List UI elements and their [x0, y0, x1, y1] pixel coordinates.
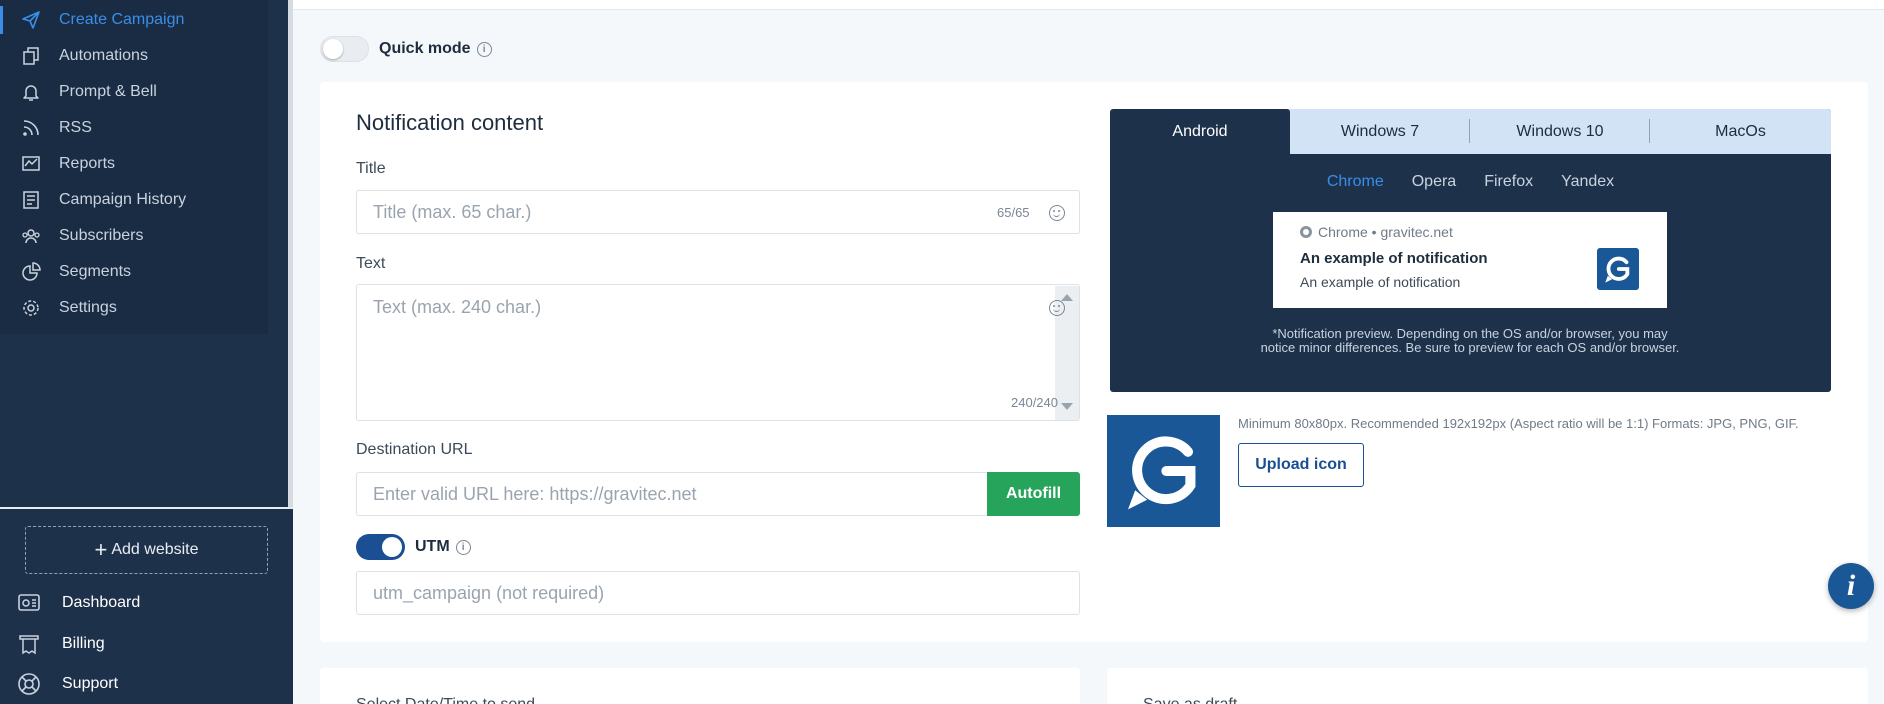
upload-icon-button[interactable]: Upload icon: [1238, 443, 1364, 487]
sidebar-item-billing[interactable]: Billing: [0, 626, 293, 662]
sidebar-item-label: RSS: [59, 119, 92, 136]
text-placeholder: Text (max. 240 char.): [373, 297, 542, 317]
sidebar-nav: Create Campaign Automations Prompt & Bel…: [0, 0, 268, 334]
sidebar-item-create-campaign[interactable]: Create Campaign: [0, 2, 268, 38]
add-website-label: Add website: [111, 541, 199, 558]
scroll-up-icon[interactable]: [1061, 294, 1073, 301]
support-icon: [16, 671, 42, 697]
title-counter: 65/65: [997, 205, 1030, 220]
sidebar-item-support[interactable]: Support: [0, 666, 293, 702]
sidebar-item-label: Settings: [59, 299, 117, 316]
sidebar-item-rss[interactable]: RSS: [0, 110, 268, 146]
info-icon[interactable]: i: [476, 41, 492, 57]
emoji-icon[interactable]: [1049, 300, 1065, 316]
tab-macos[interactable]: MacOs: [1650, 109, 1831, 154]
sidebar-item-label: Support: [62, 675, 119, 692]
source-text: Chrome • gravitec.net: [1318, 224, 1453, 240]
gear-icon: [20, 297, 42, 319]
add-website-button[interactable]: + Add website: [25, 526, 268, 574]
segments-icon: [20, 261, 42, 283]
history-icon: [20, 189, 42, 211]
preview-note: *Notification preview. Depending on the …: [1260, 326, 1680, 355]
utm-placeholder: utm_campaign (not required): [373, 582, 605, 603]
sidebar-divider: [0, 507, 293, 509]
billing-icon: [16, 631, 42, 657]
utm-input[interactable]: utm_campaign (not required): [356, 571, 1080, 615]
send-icon: [20, 9, 42, 31]
upload-hint: Minimum 80x80px. Recommended 192x192px (…: [1238, 416, 1799, 431]
sidebar-item-label: Prompt & Bell: [59, 83, 157, 100]
sidebar-item-dashboard[interactable]: Dashboard: [0, 585, 293, 621]
dashboard-icon: [16, 590, 42, 616]
gravitec-logo-icon: [1597, 248, 1639, 290]
sidebar-item-label: Subscribers: [59, 227, 144, 244]
utm-row: UTM i: [356, 534, 471, 560]
tab-firefox[interactable]: Firefox: [1470, 173, 1547, 191]
sidebar-item-segments[interactable]: Segments: [0, 254, 268, 290]
sidebar-scrollbar[interactable]: [288, 0, 293, 507]
gravitec-logo-icon: [1107, 415, 1220, 527]
browser-tabs: Chrome Opera Firefox Yandex: [1110, 173, 1831, 191]
subscribers-icon: [20, 225, 42, 247]
tab-android[interactable]: Android: [1110, 109, 1290, 154]
os-tabs: Android Windows 7 Windows 10 MacOs: [1110, 109, 1831, 154]
url-input[interactable]: Enter valid URL here: https://gravitec.n…: [356, 472, 988, 516]
quick-mode-toggle[interactable]: [320, 36, 369, 62]
text-input[interactable]: Text (max. 240 char.): [356, 284, 1080, 421]
notification-preview: Android Windows 7 Windows 10 MacOs Chrom…: [1110, 109, 1831, 392]
autofill-button[interactable]: Autofill: [987, 472, 1080, 516]
tab-label: Windows 7: [1340, 122, 1420, 140]
tab-chrome[interactable]: Chrome: [1313, 173, 1398, 191]
sidebar-item-label: Automations: [59, 47, 148, 64]
sidebar-item-reports[interactable]: Reports: [0, 146, 268, 182]
tab-opera[interactable]: Opera: [1398, 173, 1470, 191]
notification-content-heading: Notification content: [356, 110, 544, 135]
utm-label: UTM: [415, 538, 450, 555]
sidebar-item-label: Dashboard: [62, 594, 141, 611]
title-placeholder: Title (max. 65 char.): [373, 201, 532, 222]
sidebar-item-label: Create Campaign: [59, 11, 185, 28]
emoji-icon[interactable]: [1049, 205, 1065, 221]
title-input[interactable]: Title (max. 65 char.): [356, 190, 1080, 234]
sidebar-item-prompt-bell[interactable]: Prompt & Bell: [0, 74, 268, 110]
info-icon[interactable]: i: [1828, 563, 1874, 609]
sidebar-item-label: Segments: [59, 263, 132, 280]
sidebar-item-label: Campaign History: [59, 191, 187, 208]
sidebar-item-label: Reports: [59, 155, 116, 172]
notification-sample: Chrome • gravitec.net An example of noti…: [1273, 212, 1667, 308]
title-label: Title: [356, 160, 386, 177]
tab-windows-7[interactable]: Windows 7: [1290, 109, 1470, 154]
url-label: Destination URL: [356, 441, 473, 458]
quick-mode-row: Quick mode i: [320, 36, 492, 62]
top-bar: [293, 0, 1884, 10]
chrome-icon: [1300, 226, 1312, 238]
url-placeholder: Enter valid URL here: https://gravitec.n…: [373, 483, 697, 504]
rss-icon: [20, 117, 42, 139]
quick-mode-label: Quick mode: [379, 40, 471, 57]
notification-text: An example of notification: [1300, 274, 1461, 290]
notification-source: Chrome • gravitec.net: [1300, 224, 1453, 240]
notification-title: An example of notification: [1300, 250, 1488, 267]
sidebar-item-settings[interactable]: Settings: [0, 290, 268, 326]
schedule-label: Select Date/Time to send: [356, 696, 535, 704]
tab-label: Windows 10: [1516, 122, 1604, 140]
sidebar-item-subscribers[interactable]: Subscribers: [0, 218, 268, 254]
reports-icon: [20, 153, 42, 175]
text-counter: 240/240: [1011, 395, 1058, 410]
sidebar-item-automations[interactable]: Automations: [0, 38, 268, 74]
sidebar-item-campaign-history[interactable]: Campaign History: [0, 182, 268, 218]
tab-yandex[interactable]: Yandex: [1547, 173, 1628, 191]
bell-icon: [20, 81, 42, 103]
automations-icon: [20, 45, 42, 67]
info-icon[interactable]: i: [455, 539, 471, 555]
save-label: Save as draft: [1143, 696, 1237, 704]
tab-windows-10[interactable]: Windows 10: [1470, 109, 1650, 154]
utm-toggle[interactable]: [356, 534, 405, 560]
text-label: Text: [356, 255, 386, 272]
sidebar: Create Campaign Automations Prompt & Bel…: [0, 0, 293, 704]
plus-icon: +: [94, 537, 108, 562]
scroll-down-icon[interactable]: [1061, 403, 1073, 410]
sidebar-item-label: Billing: [62, 635, 105, 652]
